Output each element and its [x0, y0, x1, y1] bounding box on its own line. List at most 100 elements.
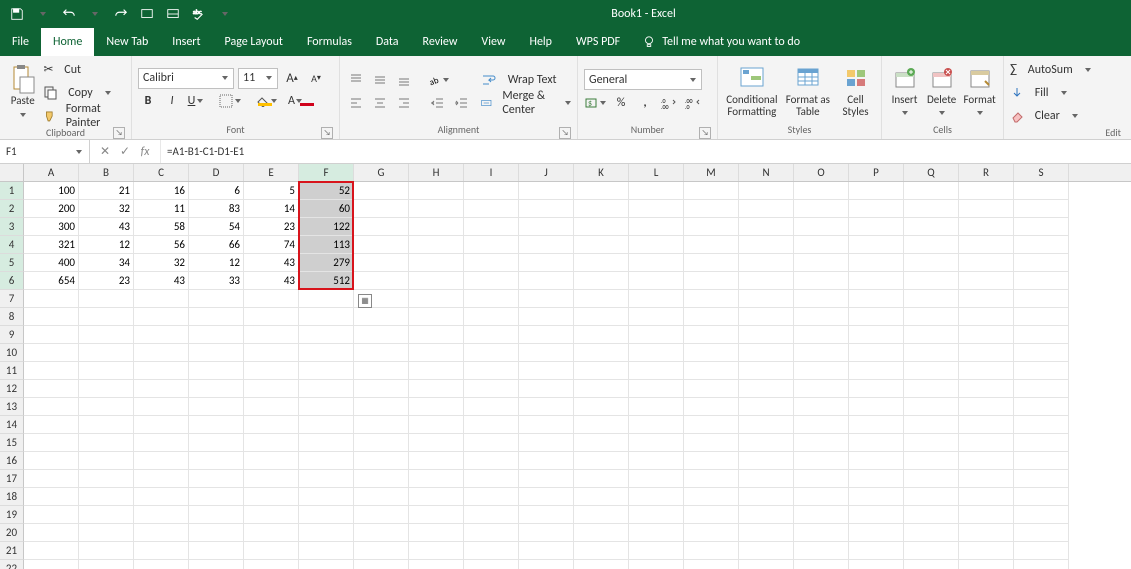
cell-M22[interactable]: [684, 560, 739, 569]
cell-O13[interactable]: [794, 398, 849, 416]
cell-F3[interactable]: 122: [299, 218, 354, 236]
redo-icon[interactable]: [110, 3, 132, 25]
cell-I22[interactable]: [464, 560, 519, 569]
cell-N15[interactable]: [739, 434, 794, 452]
cell-N6[interactable]: [739, 272, 794, 290]
cell-N3[interactable]: [739, 218, 794, 236]
cut-button[interactable]: ✂ Cut: [44, 59, 125, 80]
cell-J13[interactable]: [519, 398, 574, 416]
cell-K7[interactable]: [574, 290, 629, 308]
align-top-button[interactable]: [346, 70, 366, 90]
cell-O1[interactable]: [794, 182, 849, 200]
cell-Q6[interactable]: [904, 272, 959, 290]
cell-N12[interactable]: [739, 380, 794, 398]
cell-B20[interactable]: [79, 524, 134, 542]
cell-O18[interactable]: [794, 488, 849, 506]
cell-P6[interactable]: [849, 272, 904, 290]
align-center-button[interactable]: [370, 93, 390, 113]
cell-J14[interactable]: [519, 416, 574, 434]
name-box[interactable]: F1: [0, 140, 90, 163]
cell-R11[interactable]: [959, 362, 1014, 380]
cell-C12[interactable]: [134, 380, 189, 398]
cell-A22[interactable]: [24, 560, 79, 569]
cell-E17[interactable]: [244, 470, 299, 488]
cell-P4[interactable]: [849, 236, 904, 254]
cell-J16[interactable]: [519, 452, 574, 470]
cell-L22[interactable]: [629, 560, 684, 569]
cell-G1[interactable]: [354, 182, 409, 200]
cell-A1[interactable]: 100: [24, 182, 79, 200]
cell-C6[interactable]: 43: [134, 272, 189, 290]
cell-Q14[interactable]: [904, 416, 959, 434]
cell-S9[interactable]: [1014, 326, 1069, 344]
cell-B9[interactable]: [79, 326, 134, 344]
column-header-D[interactable]: D: [189, 164, 244, 181]
cell-S16[interactable]: [1014, 452, 1069, 470]
cell-S6[interactable]: [1014, 272, 1069, 290]
cell-O14[interactable]: [794, 416, 849, 434]
cell-E4[interactable]: 74: [244, 236, 299, 254]
column-header-L[interactable]: L: [629, 164, 684, 181]
cell-B18[interactable]: [79, 488, 134, 506]
cell-I5[interactable]: [464, 254, 519, 272]
cell-Q2[interactable]: [904, 200, 959, 218]
cell-D8[interactable]: [189, 308, 244, 326]
cell-K6[interactable]: [574, 272, 629, 290]
cell-Q19[interactable]: [904, 506, 959, 524]
cell-M12[interactable]: [684, 380, 739, 398]
cell-R2[interactable]: [959, 200, 1014, 218]
autofill-options-icon[interactable]: [358, 294, 372, 308]
cell-S10[interactable]: [1014, 344, 1069, 362]
cell-L16[interactable]: [629, 452, 684, 470]
cell-P20[interactable]: [849, 524, 904, 542]
cell-R5[interactable]: [959, 254, 1014, 272]
cell-B15[interactable]: [79, 434, 134, 452]
cell-M7[interactable]: [684, 290, 739, 308]
cell-P14[interactable]: [849, 416, 904, 434]
cell-O12[interactable]: [794, 380, 849, 398]
cell-D11[interactable]: [189, 362, 244, 380]
cell-A12[interactable]: [24, 380, 79, 398]
cell-J15[interactable]: [519, 434, 574, 452]
cell-M21[interactable]: [684, 542, 739, 560]
cell-C3[interactable]: 58: [134, 218, 189, 236]
increase-font-button[interactable]: A▴: [282, 68, 302, 88]
cell-D10[interactable]: [189, 344, 244, 362]
cell-C10[interactable]: [134, 344, 189, 362]
cell-A2[interactable]: 200: [24, 200, 79, 218]
cell-A10[interactable]: [24, 344, 79, 362]
delete-cells-button[interactable]: Delete: [925, 59, 958, 123]
cell-I10[interactable]: [464, 344, 519, 362]
cell-G9[interactable]: [354, 326, 409, 344]
cell-R15[interactable]: [959, 434, 1014, 452]
cell-H22[interactable]: [409, 560, 464, 569]
cell-N1[interactable]: [739, 182, 794, 200]
cell-B17[interactable]: [79, 470, 134, 488]
cell-Q11[interactable]: [904, 362, 959, 380]
cell-O21[interactable]: [794, 542, 849, 560]
row-header-21[interactable]: 21: [0, 542, 24, 560]
fill-button[interactable]: Fill: [1010, 82, 1125, 103]
cell-P18[interactable]: [849, 488, 904, 506]
cell-H21[interactable]: [409, 542, 464, 560]
cell-D4[interactable]: 66: [189, 236, 244, 254]
cell-G19[interactable]: [354, 506, 409, 524]
cell-B2[interactable]: 32: [79, 200, 134, 218]
cell-B5[interactable]: 34: [79, 254, 134, 272]
cell-J21[interactable]: [519, 542, 574, 560]
align-left-button[interactable]: [346, 93, 366, 113]
cell-A13[interactable]: [24, 398, 79, 416]
tab-data[interactable]: Data: [364, 28, 411, 56]
cell-I1[interactable]: [464, 182, 519, 200]
cell-C14[interactable]: [134, 416, 189, 434]
cell-F7[interactable]: [299, 290, 354, 308]
cell-M3[interactable]: [684, 218, 739, 236]
cell-G15[interactable]: [354, 434, 409, 452]
cell-R3[interactable]: [959, 218, 1014, 236]
cell-Q1[interactable]: [904, 182, 959, 200]
cell-S15[interactable]: [1014, 434, 1069, 452]
cell-C20[interactable]: [134, 524, 189, 542]
cell-O3[interactable]: [794, 218, 849, 236]
cell-styles-button[interactable]: Cell Styles: [836, 59, 875, 123]
cell-P15[interactable]: [849, 434, 904, 452]
